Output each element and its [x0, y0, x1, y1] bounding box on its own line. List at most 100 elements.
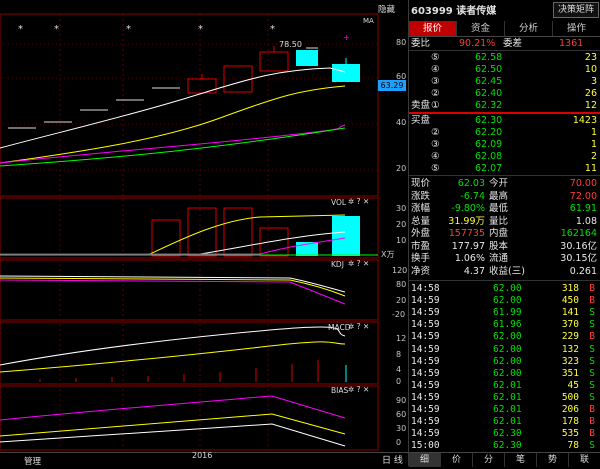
quote-label: 现价 — [411, 178, 431, 189]
tick-time: 14:59 — [411, 331, 440, 343]
kdj-axis-label: -20 — [392, 310, 406, 319]
quote-row: 现价 62.03 今开 70.00 — [409, 178, 600, 190]
vol-axis-label: 30 — [396, 204, 407, 213]
ask-row[interactable]: 卖盘 ① 62.32 12 — [409, 100, 600, 112]
volume-bar-up — [259, 227, 289, 257]
quote-label: 收益(三) — [489, 265, 525, 277]
bid-row[interactable]: ④ 62.08 2 — [409, 151, 600, 163]
ask-price: 62.45 — [475, 76, 503, 87]
detail-tab[interactable]: 细 — [409, 453, 441, 467]
tick-side: B — [589, 416, 595, 428]
kline-chart-svg[interactable]: + — [0, 0, 408, 466]
tab-funds[interactable]: 资金 — [457, 21, 505, 36]
kdj-axis-label: 20 — [396, 296, 407, 305]
quote-panel: 603999 读者传媒 决策矩阵 报价 资金 分析 操作 委比 90.21% 委… — [408, 0, 600, 467]
bid-row[interactable]: ⑤ 62.07 11 — [409, 163, 600, 175]
panel-icons[interactable]: ✲ ? ✕ — [348, 197, 369, 206]
ask-row[interactable]: ③ 62.45 3 — [409, 76, 600, 88]
bias-line-2 — [0, 413, 346, 437]
ask-price: 62.32 — [475, 100, 503, 111]
tick-time: 14:59 — [411, 307, 440, 319]
chart-area[interactable]: + 隐藏 MA * * * * * 78.50 80 60 40 20 63.2… — [0, 0, 408, 467]
manage-button[interactable]: 管理 — [24, 455, 41, 467]
tick-volume: 370 — [561, 319, 579, 331]
order-book-divider — [409, 112, 600, 114]
tick-volume: 78 — [567, 440, 579, 452]
tick-side: S — [589, 440, 595, 452]
ask-level: ④ — [431, 64, 440, 75]
period-daily-button[interactable]: 日 线 — [382, 453, 403, 466]
bid-volume: 11 — [584, 163, 597, 174]
current-price-tag: 63.29 — [378, 80, 406, 91]
order-ratio-row: 委比 90.21% 委差 1361 — [409, 38, 600, 50]
vol-ma-line — [0, 237, 346, 255]
ask-price: 62.50 — [475, 64, 503, 75]
stock-name: 读者传媒 — [456, 6, 497, 17]
tick-volume: 318 — [561, 283, 579, 294]
bias-line-1 — [0, 395, 346, 421]
ask-level: ③ — [431, 76, 440, 87]
quote-value: 157735 — [448, 228, 485, 239]
ask-row[interactable]: ④ 62.50 10 — [409, 64, 600, 76]
detail-tab[interactable]: 联 — [569, 453, 600, 467]
quote-label: 今开 — [489, 178, 509, 189]
tick-price: 62.01 — [493, 379, 522, 391]
star-mark: * — [126, 24, 131, 35]
ask-row[interactable]: ⑤ 62.58 23 — [409, 52, 600, 64]
ask-volume: 26 — [584, 88, 597, 99]
quote-label: 总量 — [411, 215, 431, 227]
vol-ma-line — [0, 214, 346, 255]
ask-volume: 12 — [584, 100, 597, 111]
tick-price: 62.00 — [493, 343, 522, 355]
quote-label: 最高 — [489, 190, 509, 202]
plus-marker: + — [343, 33, 350, 42]
tick-time: 14:59 — [411, 367, 440, 379]
tick-volume: 351 — [561, 367, 579, 379]
tab-analysis[interactable]: 分析 — [505, 21, 553, 36]
tick-side: S — [589, 391, 595, 403]
tick-volume: 178 — [561, 416, 579, 428]
kdj-label: KDJ — [331, 260, 344, 269]
hide-button[interactable]: 隐藏 — [378, 3, 395, 15]
tab-operation[interactable]: 操作 — [553, 21, 600, 36]
bid-row[interactable]: 买盘 62.30 1423 — [409, 115, 600, 127]
tick-time: 14:59 — [411, 355, 440, 367]
sell-label: 卖盘 — [411, 100, 431, 111]
panel-icons[interactable]: ✲ ? ✕ — [348, 385, 369, 394]
bid-level: ④ — [431, 151, 440, 162]
quote-value: 162164 — [560, 228, 597, 239]
volume-bar-up — [187, 207, 217, 257]
quote-value: 0.261 — [569, 265, 597, 277]
tick-volume: 206 — [561, 404, 579, 415]
quote-label: 内盘 — [489, 228, 509, 239]
stock-code: 603999 — [411, 6, 453, 17]
tick-row: 14:59 62.00 450 B — [409, 295, 600, 307]
quote-value: 177.97 — [451, 240, 485, 252]
tick-row: 14:59 62.01 178 B — [409, 416, 600, 428]
detail-tab[interactable]: 价 — [441, 453, 473, 467]
panel-icons[interactable]: ✲ ? ✕ — [348, 322, 369, 331]
panel-icons[interactable]: ✲ ? ✕ — [348, 259, 369, 268]
quote-value: 30.15亿 — [560, 253, 597, 264]
volume-bars-group — [0, 207, 378, 257]
quote-row: 涨跌 -6.74 最高 72.00 — [409, 191, 600, 203]
detail-tab[interactable]: 势 — [537, 453, 569, 467]
bid-row[interactable]: ③ 62.09 1 — [409, 139, 600, 151]
decision-matrix-button[interactable]: 决策矩阵 — [552, 2, 599, 18]
price-axis-label: 20 — [396, 164, 407, 173]
tab-quote[interactable]: 报价 — [409, 21, 457, 36]
quote-label: 涨跌 — [411, 190, 431, 202]
quote-row: 总量 31.99万 量比 1.08 — [409, 216, 600, 228]
bid-level: ③ — [431, 139, 440, 150]
ask-row[interactable]: ② 62.40 26 — [409, 88, 600, 100]
detail-tab[interactable]: 分 — [473, 453, 505, 467]
tick-side: S — [589, 319, 595, 331]
detail-tab[interactable]: 笔 — [505, 453, 537, 467]
diff-label: 委差 — [503, 38, 523, 49]
bid-row[interactable]: ② 62.20 1 — [409, 127, 600, 139]
quote-value: -6.74 — [460, 190, 485, 202]
tick-row: 14:59 62.00 132 S — [409, 344, 600, 356]
down-candle — [332, 64, 360, 82]
detail-tabs: 细价分笔势联 — [409, 452, 600, 467]
vol-axis-label: 10 — [396, 236, 407, 245]
